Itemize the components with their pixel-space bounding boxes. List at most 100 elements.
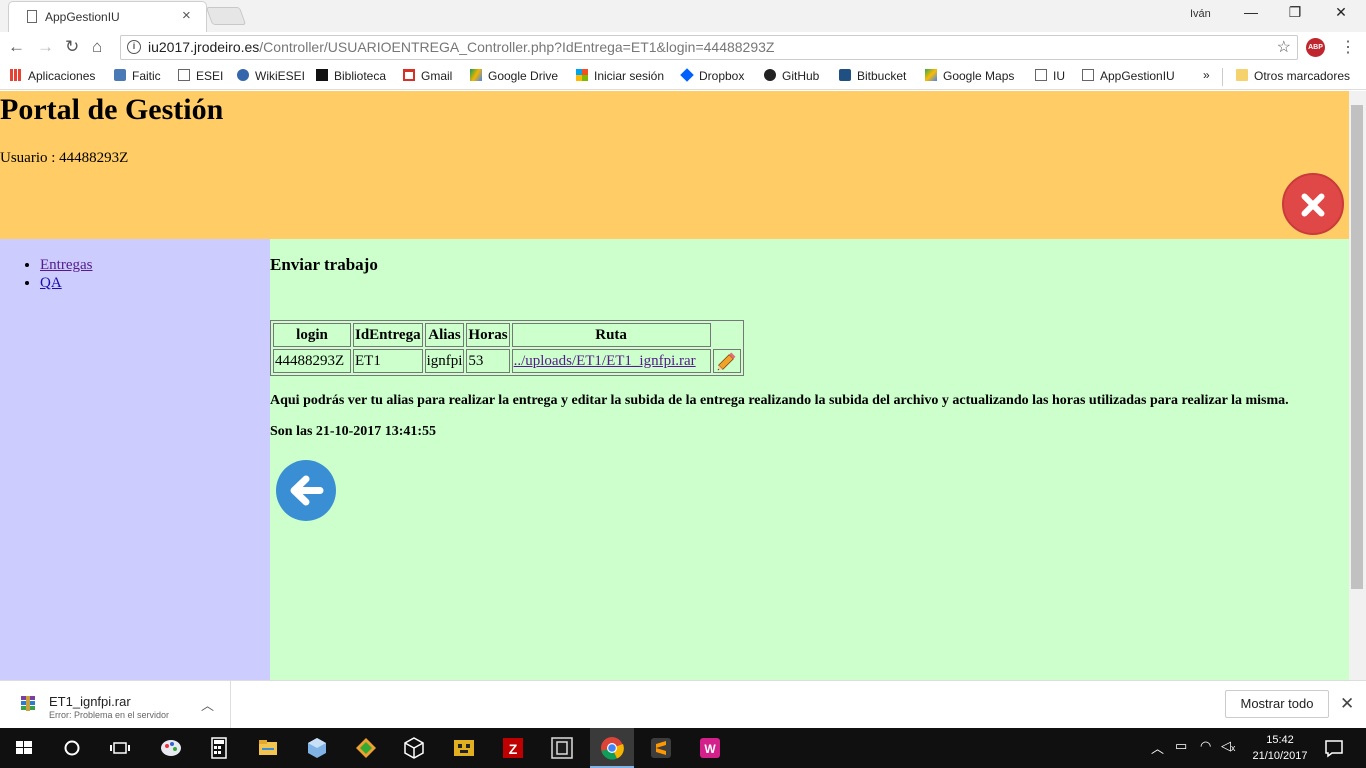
bookmark-aplicaciones[interactable]: Aplicaciones [10,69,95,83]
winrar-file-icon [21,696,35,711]
nav-link-qa[interactable]: QA [40,275,62,291]
back-arrow-icon[interactable]: ← [8,37,25,57]
bookmark-gmail[interactable]: Gmail [403,69,452,83]
nav-list: Entregas QA [40,256,92,292]
bookmark-google-maps[interactable]: Google Maps [925,69,1014,83]
scrollbar-thumb[interactable] [1351,105,1363,589]
section-title: Enviar trabajo [270,255,378,274]
chevron-up-icon[interactable]: ︿ [201,695,214,714]
cell-identrega: ET1 [353,349,423,373]
windows-start-icon[interactable] [10,734,38,762]
cmder-icon[interactable] [548,734,576,762]
clock-date: 21/10/2017 [1252,750,1308,762]
tab-close-icon[interactable]: × [182,7,191,24]
address-bar[interactable]: i iu2017.jrodeiro.es/Controller/USUARIOE… [120,35,1298,60]
calculator-icon[interactable] [205,734,233,762]
reload-icon[interactable]: ↻ [65,37,79,57]
bookmark-wikiesei[interactable]: WikiESEI [237,69,305,83]
menu-kebab-icon[interactable]: ⋮ [1340,37,1356,57]
info-icon[interactable]: i [127,40,141,54]
user-label: Usuario : 44488293Z [0,150,129,166]
download-item[interactable]: ET1_ignfpi.rar Error: Problema en el ser… [0,681,231,729]
taskbar: Z W ︿ ▭ ◠ ◁ₓ 15:42 21/10/2017 [0,728,1366,768]
chevron-up-icon[interactable]: ︿ [1151,738,1164,757]
page-icon [1035,69,1047,81]
tab-title: AppGestionIU [45,10,120,24]
faitic-icon [114,69,126,81]
page-header: Portal de Gestión Usuario : 44488293Z [0,91,1349,239]
bookmark-github[interactable]: GitHub [764,69,819,83]
column-header-empty [713,323,741,347]
edit-pencil-icon[interactable] [715,350,739,372]
bookmark-dropbox[interactable]: Dropbox [680,68,744,83]
svg-text:W: W [704,742,716,756]
git-diamond-icon[interactable] [352,734,380,762]
sublime-text-icon[interactable] [647,734,675,762]
cell-horas: 53 [466,349,510,373]
clock-time: 15:42 [1266,734,1294,746]
main-content: Enviar trabajo login IdEntrega Alias Hor… [270,239,1349,680]
profile-button[interactable]: Iván [1190,8,1211,20]
home-icon[interactable]: ⌂ [92,37,102,57]
downloads-bar: ET1_ignfpi.rar Error: Problema en el ser… [0,680,1366,729]
cell-alias: ignfpi [424,349,465,373]
virtualbox-icon[interactable] [400,734,428,762]
filezilla-icon[interactable]: Z [499,734,527,762]
github-icon [764,69,776,81]
notifications-icon[interactable] [1320,734,1348,762]
file-explorer-icon[interactable] [254,734,282,762]
nav-item-qa: QA [40,274,92,292]
new-tab-button[interactable] [205,7,247,25]
bookmark-star-icon[interactable]: ☆ [1277,36,1291,59]
show-all-button[interactable]: Mostrar todo [1225,690,1329,718]
download-file-name: ET1_ignfpi.rar [49,694,131,709]
page-icon [1082,69,1094,81]
file-link[interactable]: ../uploads/ET1/ET1_ignfpi.rar [514,353,696,369]
page-icon [178,69,190,81]
back-arrow-icon[interactable] [276,460,336,521]
forward-arrow-icon[interactable]: → [37,37,54,57]
bookmark-biblioteca[interactable]: Biblioteca [316,69,386,83]
tab-strip: AppGestionIU × Iván — ❐ ✕ [0,0,1366,32]
volume-muted-icon[interactable]: ◁ₓ [1221,738,1235,754]
web-page: Portal de Gestión Usuario : 44488293Z En… [0,91,1349,680]
minimize-icon[interactable]: — [1236,4,1266,20]
chrome-icon[interactable] [598,734,626,762]
battery-icon[interactable]: ▭ [1175,738,1187,754]
bookmark-otros-marcadores[interactable]: Otros marcadores [1236,69,1350,83]
xampp-icon[interactable] [450,734,478,762]
bookmark-google-drive[interactable]: Google Drive [470,69,558,83]
nav-link-entregas[interactable]: Entregas [40,257,92,273]
task-view-icon[interactable] [106,734,134,762]
bookmark-esei[interactable]: ESEI [178,69,223,83]
bookmark-iu[interactable]: IU [1035,69,1065,83]
search-icon[interactable] [58,734,86,762]
taskbar-clock[interactable]: 15:42 21/10/2017 [1245,732,1315,764]
dropbox-icon [680,68,694,82]
apps-grid-icon [10,69,22,81]
virtualbox-cube-icon[interactable] [303,734,331,762]
close-icon[interactable]: ✕ [1340,694,1354,714]
cell-login: 44488293Z [273,349,351,373]
paint-icon[interactable] [157,734,185,762]
logout-close-icon[interactable] [1282,173,1344,235]
restore-icon[interactable]: ❐ [1280,4,1310,21]
bookmark-faitic[interactable]: Faitic [114,69,161,83]
description-text: Aqui podrás ver tu alias para realizar l… [270,393,1289,408]
bookmark-iniciar-sesion[interactable]: Iniciar sesión [576,69,664,83]
bookmark-appgestioniu[interactable]: AppGestionIU [1082,69,1175,83]
sidebar: Entregas QA [0,239,270,680]
svg-text:Z: Z [509,741,518,757]
entregas-table: login IdEntrega Alias Horas Ruta 4448829… [270,320,744,376]
download-status: Error: Problema en el servidor [49,710,170,720]
adblock-plus-icon[interactable]: ABP [1306,38,1325,57]
bookmark-bitbucket[interactable]: Bitbucket [839,69,906,83]
wifi-icon[interactable]: ◠ [1200,738,1211,754]
microsoft-icon [576,69,588,81]
vertical-scrollbar[interactable] [1349,91,1366,680]
url-path: /Controller/USUARIOENTREGA_Controller.ph… [259,39,775,55]
bookmarks-overflow-button[interactable]: » [1203,68,1210,82]
tab-appgestioniu[interactable]: AppGestionIU × [8,1,207,32]
window-close-icon[interactable]: ✕ [1326,4,1356,21]
wamp-icon[interactable]: W [696,734,724,762]
